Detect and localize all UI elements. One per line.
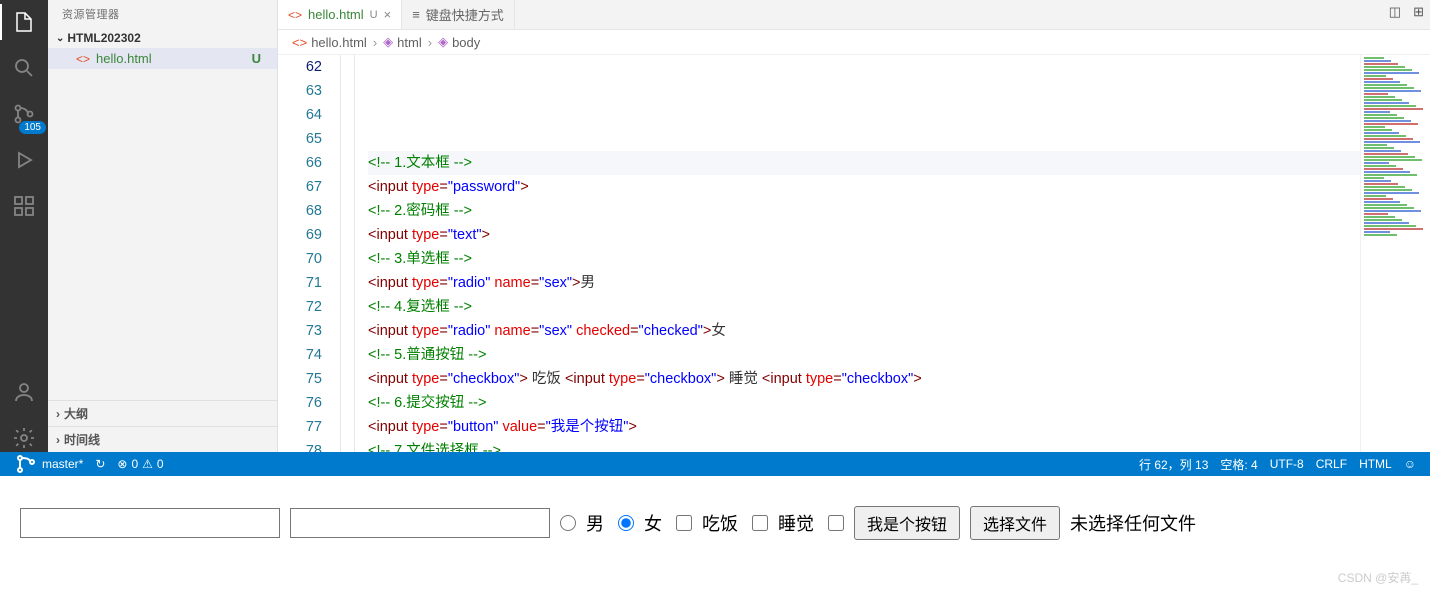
- sidebar: 资源管理器 ⌄ HTML202302 <> hello.html U › 大纲 …: [48, 0, 278, 452]
- close-icon[interactable]: ×: [384, 7, 392, 22]
- element-icon: ◈: [438, 34, 448, 50]
- text-input[interactable]: [20, 508, 280, 538]
- checkbox-eat[interactable]: [676, 515, 692, 531]
- explorer-icon[interactable]: [10, 8, 38, 36]
- project-header[interactable]: ⌄ HTML202302: [48, 28, 277, 48]
- problems-indicator[interactable]: ⊗0 ⚠0: [111, 457, 169, 471]
- file-modified-badge: U: [252, 51, 269, 66]
- encoding-indicator[interactable]: UTF-8: [1264, 457, 1310, 471]
- breadcrumb-html[interactable]: ◈ html: [383, 34, 422, 50]
- more-icon[interactable]: ⊞: [1413, 4, 1424, 20]
- debug-icon[interactable]: [10, 146, 38, 174]
- status-bar: master* ↻ ⊗0 ⚠0 行 62，列 13 空格: 4 UTF-8 CR…: [0, 452, 1430, 476]
- file-status-label: 未选择任何文件: [1070, 510, 1196, 536]
- radio-female[interactable]: [618, 515, 634, 531]
- breadcrumb-body[interactable]: ◈ body: [438, 34, 480, 50]
- account-icon[interactable]: [10, 378, 38, 406]
- checkbox-sleep-label: 睡觉: [778, 510, 814, 536]
- chevron-down-icon: ⌄: [56, 33, 64, 44]
- checkbox-extra[interactable]: [828, 515, 844, 531]
- timeline-section[interactable]: › 时间线: [48, 426, 277, 452]
- editor-area: <> hello.html U × ≡ 键盘快捷方式 ◫ ⊞ <> hello.…: [278, 0, 1430, 452]
- search-icon[interactable]: [10, 54, 38, 82]
- element-icon: ◈: [383, 34, 393, 50]
- chevron-right-icon: ›: [56, 433, 60, 447]
- html-file-icon: <>: [76, 52, 90, 66]
- error-icon: ⊗: [117, 457, 127, 471]
- custom-button[interactable]: 我是个按钮: [854, 506, 960, 540]
- keyboard-icon: ≡: [412, 7, 420, 22]
- warning-icon: ⚠: [142, 457, 153, 471]
- outline-section[interactable]: › 大纲: [48, 400, 277, 426]
- gear-icon[interactable]: [10, 424, 38, 452]
- checkbox-sleep[interactable]: [752, 515, 768, 531]
- minimap[interactable]: [1360, 55, 1430, 452]
- file-name: hello.html: [96, 51, 246, 66]
- tab-shortcuts[interactable]: ≡ 键盘快捷方式: [402, 0, 515, 29]
- breadcrumb-file[interactable]: <> hello.html: [292, 35, 367, 50]
- chevron-right-icon: ›: [428, 35, 432, 50]
- file-choose-button[interactable]: 选择文件: [970, 506, 1060, 540]
- split-editor-icon[interactable]: ◫: [1389, 4, 1401, 20]
- cursor-position[interactable]: 行 62，列 13: [1133, 456, 1214, 473]
- password-input[interactable]: [290, 508, 550, 538]
- radio-female-label: 女: [644, 510, 662, 536]
- chevron-right-icon: ›: [56, 407, 60, 421]
- extensions-icon[interactable]: [10, 192, 38, 220]
- tab-hello[interactable]: <> hello.html U ×: [278, 0, 402, 29]
- code-editor[interactable]: 6263646566676869707172737475767778 <!-- …: [278, 55, 1430, 452]
- indent-indicator[interactable]: 空格: 4: [1214, 456, 1263, 473]
- activity-bar: 105: [0, 0, 48, 452]
- sync-icon[interactable]: ↻: [89, 457, 111, 471]
- code-body[interactable]: <!-- 1.文本框 --><input type="password"><!-…: [340, 55, 1360, 452]
- sidebar-title: 资源管理器: [48, 0, 277, 28]
- branch-indicator[interactable]: master*: [8, 452, 89, 476]
- file-item[interactable]: <> hello.html U: [48, 48, 277, 69]
- scm-badge: 105: [19, 121, 46, 134]
- line-gutter: 6263646566676869707172737475767778: [278, 55, 340, 452]
- language-indicator[interactable]: HTML: [1353, 457, 1398, 471]
- project-name: HTML202302: [67, 31, 140, 45]
- feedback-icon[interactable]: ☺: [1398, 457, 1422, 471]
- radio-male[interactable]: [560, 515, 576, 531]
- browser-preview: 男 女 吃饭 睡觉 我是个按钮 选择文件 未选择任何文件 CSDN @安苒_: [0, 476, 1430, 592]
- checkbox-eat-label: 吃饭: [702, 510, 738, 536]
- html-file-icon: <>: [288, 8, 302, 22]
- eol-indicator[interactable]: CRLF: [1310, 457, 1353, 471]
- breadcrumbs: <> hello.html › ◈ html › ◈ body: [278, 30, 1430, 55]
- chevron-right-icon: ›: [373, 35, 377, 50]
- radio-male-label: 男: [586, 510, 604, 536]
- tab-bar: <> hello.html U × ≡ 键盘快捷方式: [278, 0, 1430, 30]
- watermark: CSDN @安苒_: [1338, 569, 1418, 586]
- html-file-icon: <>: [292, 35, 307, 50]
- source-control-icon[interactable]: 105: [10, 100, 38, 128]
